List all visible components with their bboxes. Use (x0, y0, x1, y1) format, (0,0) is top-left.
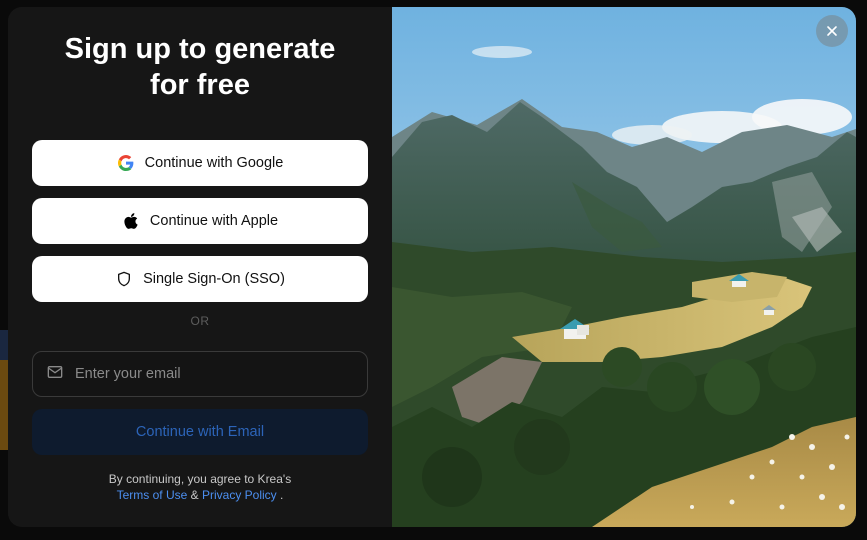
close-button[interactable] (816, 15, 848, 47)
email-field[interactable] (32, 351, 368, 397)
terms-suffix: . (280, 488, 284, 502)
google-icon (117, 154, 135, 172)
sso-signin-button[interactable]: Single Sign-On (SSO) (32, 256, 368, 302)
privacy-policy-link[interactable]: Privacy Policy (202, 488, 277, 502)
close-icon (826, 25, 838, 37)
apple-signin-button[interactable]: Continue with Apple (32, 198, 368, 244)
signup-modal: Sign up to generate for free Continue wi… (8, 7, 856, 527)
mountain-landscape-illustration (392, 7, 856, 527)
terms-prefix: By continuing, you agree to Krea's (108, 472, 292, 486)
email-input[interactable] (75, 366, 335, 382)
google-signin-label: Continue with Google (144, 155, 284, 171)
background-app-fragment (0, 360, 8, 450)
apple-icon (122, 212, 140, 230)
terms-and: & (190, 488, 199, 502)
mail-icon (47, 365, 63, 384)
shield-icon (115, 270, 133, 288)
title-line-1: Sign up to generate (64, 33, 336, 65)
google-signin-button[interactable]: Continue with Google (32, 140, 368, 186)
sso-signin-label: Single Sign-On (SSO) (143, 271, 285, 287)
hero-image (392, 7, 856, 527)
modal-title: Sign up to generate for free (8, 31, 392, 103)
continue-with-email-button[interactable]: Continue with Email (32, 409, 368, 455)
title-line-2: for free (150, 69, 250, 101)
signup-panel: Sign up to generate for free Continue wi… (8, 7, 392, 527)
or-divider: OR (190, 314, 210, 328)
terms-notice: By continuing, you agree to Krea's Terms… (32, 471, 368, 503)
apple-signin-label: Continue with Apple (149, 213, 279, 229)
terms-of-use-link[interactable]: Terms of Use (117, 488, 188, 502)
